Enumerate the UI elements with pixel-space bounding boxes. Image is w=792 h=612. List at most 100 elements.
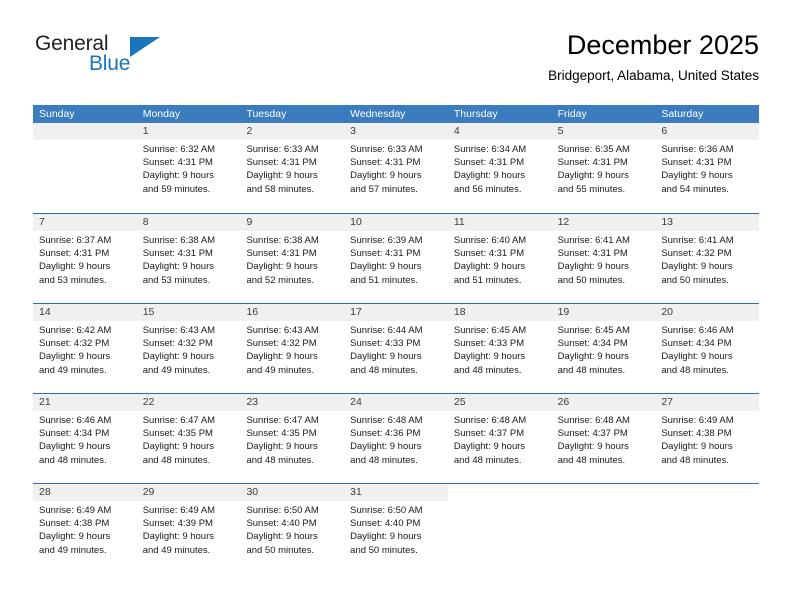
sunrise-text: Sunrise: 6:45 AM [453, 325, 527, 336]
sunset-text: Sunset: 4:37 PM [557, 428, 628, 440]
day-details: Sunrise: 6:41 AM Sunset: 4:32 PM Daylight:… [655, 231, 759, 287]
daylight-text-line1: Daylight: 9 hours [350, 441, 422, 453]
sunrise-text: Sunrise: 6:49 AM [661, 415, 734, 426]
daylight-text-line2: and 48 minutes. [142, 454, 211, 466]
sunset-text: Sunset: 4:31 PM [350, 157, 421, 169]
day-cell[interactable]: 19 Sunrise: 6:45 AM Sunset: 4:34 PM Dayligh… [551, 304, 656, 393]
page-title: December 2025 [566, 30, 759, 60]
day-cell[interactable]: 13 Sunrise: 6:41 AM Sunset: 4:32 PM Dayligh… [655, 214, 760, 303]
daylight-text-line1: Daylight: 9 hours [453, 261, 526, 273]
sunset-text: Sunset: 4:36 PM [350, 428, 421, 440]
daylight-text-line1: Daylight: 9 hours [246, 261, 318, 273]
day-cell[interactable]: 30 Sunrise: 6:50 AM Sunset: 4:40 PM Dayligh… [240, 484, 345, 573]
day-cell[interactable]: 7 Sunrise: 6:37 AM Sunset: 4:31 PM Daylight… [33, 214, 137, 303]
sunset-text: Sunset: 4:34 PM [557, 338, 628, 350]
sunrise-text: Sunrise: 6:40 AM [453, 235, 527, 246]
daylight-text-line1: Daylight: 9 hours [557, 441, 629, 453]
daylight-text-line2: and 50 minutes. [557, 274, 626, 286]
day-cell[interactable]: 15 Sunrise: 6:43 AM Sunset: 4:32 PM Dayligh… [136, 304, 241, 393]
day-cell[interactable]: 21 Sunrise: 6:46 AM Sunset: 4:34 PM Dayligh… [33, 394, 137, 483]
day-details: Sunrise: 6:46 AM Sunset: 4:34 PM Daylight:… [33, 411, 137, 467]
day-details: Sunrise: 6:46 AM Sunset: 4:34 PM Daylight:… [655, 321, 759, 377]
day-cell[interactable]: 2 Sunrise: 6:33 AM Sunset: 4:31 PM Daylight… [240, 123, 345, 213]
day-number: 2 [240, 123, 345, 140]
day-details: Sunrise: 6:50 AM Sunset: 4:40 PM Daylight:… [344, 501, 448, 557]
sunset-text: Sunset: 4:31 PM [453, 157, 525, 169]
sunrise-text: Sunrise: 6:46 AM [39, 415, 112, 426]
sunset-text: Sunset: 4:31 PM [453, 248, 525, 260]
sunrise-text: Sunrise: 6:33 AM [246, 144, 319, 155]
day-cell[interactable]: 16 Sunrise: 6:43 AM Sunset: 4:32 PM Dayligh… [240, 304, 345, 393]
sunset-text: Sunset: 4:31 PM [246, 157, 317, 169]
sunrise-text: Sunrise: 6:48 AM [350, 415, 423, 426]
day-cell[interactable]: 31 Sunrise: 6:50 AM Sunset: 4:40 PM Dayligh… [344, 484, 448, 573]
day-cell[interactable]: 3 Sunrise: 6:33 AM Sunset: 4:31 PM Daylight… [344, 123, 448, 213]
day-cell[interactable]: 9 Sunrise: 6:38 AM Sunset: 4:31 PM Daylight… [240, 214, 345, 303]
day-cell[interactable]: 17 Sunrise: 6:44 AM Sunset: 4:33 PM Dayligh… [344, 304, 448, 393]
weekday-header-thursday: Thursday [453, 108, 498, 120]
day-cell[interactable]: 23 Sunrise: 6:47 AM Sunset: 4:35 PM Dayligh… [240, 394, 345, 483]
sunset-text: Sunset: 4:40 PM [246, 518, 317, 530]
day-cell[interactable]: 26 Sunrise: 6:48 AM Sunset: 4:37 PM Dayligh… [551, 394, 656, 483]
day-number: 29 [136, 484, 241, 501]
sunrise-text: Sunrise: 6:45 AM [557, 325, 630, 336]
day-cell[interactable]: 10 Sunrise: 6:39 AM Sunset: 4:31 PM Dayligh… [344, 214, 448, 303]
day-cell[interactable]: 8 Sunrise: 6:38 AM Sunset: 4:31 PM Daylight… [136, 214, 241, 303]
weekday-header-wednesday: Wednesday [350, 108, 406, 120]
sunrise-text: Sunrise: 6:43 AM [246, 325, 319, 336]
day-cell[interactable]: 12 Sunrise: 6:41 AM Sunset: 4:31 PM Dayligh… [551, 214, 656, 303]
day-cell[interactable]: 4 Sunrise: 6:34 AM Sunset: 4:31 PM Daylight… [447, 123, 552, 213]
day-cell[interactable]: 5 Sunrise: 6:35 AM Sunset: 4:31 PM Daylight… [551, 123, 656, 213]
day-number: 10 [344, 214, 448, 231]
day-number: 26 [551, 394, 656, 411]
daylight-text-line2: and 48 minutes. [453, 454, 522, 466]
sunset-text: Sunset: 4:34 PM [39, 428, 110, 440]
day-number: 24 [344, 394, 448, 411]
sunrise-text: Sunrise: 6:50 AM [350, 505, 423, 516]
day-cell[interactable]: 27 Sunrise: 6:49 AM Sunset: 4:38 PM Dayligh… [655, 394, 760, 483]
day-cell[interactable]: 1 Sunrise: 6:32 AM Sunset: 4:31 PM Daylight… [136, 123, 241, 213]
sunset-text: Sunset: 4:35 PM [246, 428, 317, 440]
day-details: Sunrise: 6:48 AM Sunset: 4:37 PM Daylight:… [552, 411, 656, 467]
daylight-text-line2: and 48 minutes. [246, 454, 315, 466]
day-number: 14 [33, 304, 137, 321]
daylight-text-line1: Daylight: 9 hours [142, 261, 215, 273]
day-number: 19 [551, 304, 656, 321]
day-cell[interactable]: 11 Sunrise: 6:40 AM Sunset: 4:31 PM Dayligh… [447, 214, 552, 303]
day-cell[interactable]: 24 Sunrise: 6:48 AM Sunset: 4:36 PM Dayligh… [344, 394, 448, 483]
daylight-text-line2: and 48 minutes. [350, 364, 418, 376]
sunrise-text: Sunrise: 6:48 AM [453, 415, 527, 426]
sunrise-text: Sunrise: 6:49 AM [39, 505, 112, 516]
sunset-text: Sunset: 4:39 PM [142, 518, 213, 530]
day-details: Sunrise: 6:49 AM Sunset: 4:38 PM Daylight:… [33, 501, 137, 557]
daylight-text-line2: and 48 minutes. [661, 364, 729, 376]
week-row: 7 Sunrise: 6:37 AM Sunset: 4:31 PM Daylight… [33, 213, 760, 303]
day-number [448, 484, 552, 501]
day-cell-empty [33, 123, 137, 213]
daylight-text-line1: Daylight: 9 hours [661, 261, 733, 273]
sunset-text: Sunset: 4:34 PM [661, 338, 732, 350]
day-cell[interactable]: 25 Sunrise: 6:48 AM Sunset: 4:37 PM Dayligh… [447, 394, 552, 483]
day-details: Sunrise: 6:35 AM Sunset: 4:31 PM Daylight:… [552, 140, 656, 196]
day-details: Sunrise: 6:47 AM Sunset: 4:35 PM Daylight:… [137, 411, 241, 467]
sunset-text: Sunset: 4:32 PM [661, 248, 732, 260]
day-cell[interactable]: 18 Sunrise: 6:45 AM Sunset: 4:33 PM Dayligh… [447, 304, 552, 393]
day-details: Sunrise: 6:50 AM Sunset: 4:40 PM Daylight:… [240, 501, 344, 557]
day-details: Sunrise: 6:49 AM Sunset: 4:38 PM Daylight:… [655, 411, 759, 467]
brand-logo[interactable]: General Blue [33, 32, 273, 88]
day-number: 7 [33, 214, 137, 231]
day-number: 22 [136, 394, 241, 411]
day-cell[interactable]: 28 Sunrise: 6:49 AM Sunset: 4:38 PM Dayligh… [33, 484, 137, 573]
sunrise-text: Sunrise: 6:43 AM [142, 325, 216, 336]
day-cell[interactable]: 6 Sunrise: 6:36 AM Sunset: 4:31 PM Daylight… [655, 123, 760, 213]
sunrise-text: Sunrise: 6:36 AM [661, 144, 734, 155]
day-cell[interactable]: 29 Sunrise: 6:49 AM Sunset: 4:39 PM Dayligh… [136, 484, 241, 573]
day-cell[interactable]: 20 Sunrise: 6:46 AM Sunset: 4:34 PM Dayligh… [655, 304, 760, 393]
day-cell[interactable]: 14 Sunrise: 6:42 AM Sunset: 4:32 PM Dayligh… [33, 304, 137, 393]
day-number: 9 [240, 214, 345, 231]
page-subtitle: Bridgeport, Alabama, United States [548, 68, 759, 83]
sunset-text: Sunset: 4:32 PM [142, 338, 213, 350]
daylight-text-line1: Daylight: 9 hours [142, 170, 215, 182]
day-number: 27 [655, 394, 760, 411]
day-cell[interactable]: 22 Sunrise: 6:47 AM Sunset: 4:35 PM Dayligh… [136, 394, 241, 483]
